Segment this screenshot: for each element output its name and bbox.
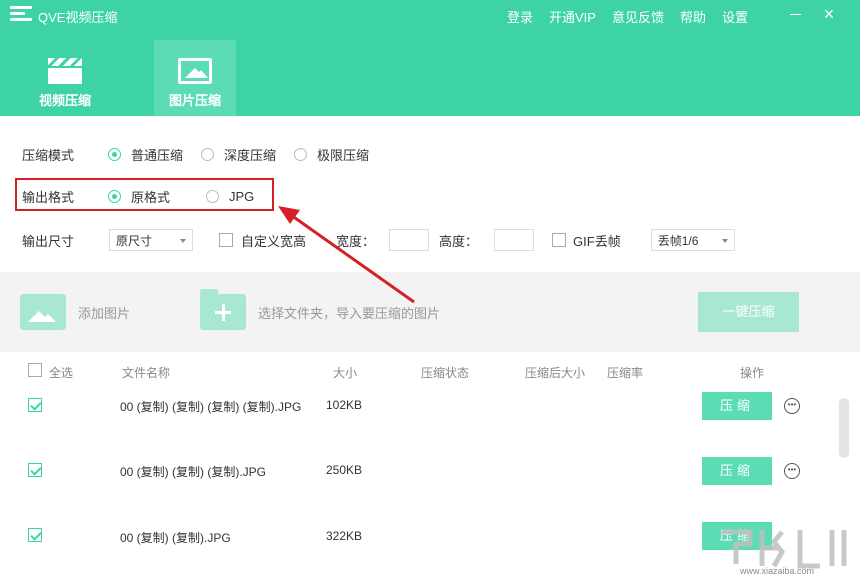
add-folder-icon bbox=[200, 289, 246, 330]
vip-link[interactable]: 开通VIP bbox=[549, 7, 596, 26]
image-icon bbox=[178, 58, 212, 84]
custom-size-checkbox[interactable] bbox=[219, 233, 233, 247]
app-title: QVE视频压缩 bbox=[38, 10, 118, 25]
gif-drop-select[interactable]: 丢帧1/6 bbox=[650, 229, 735, 251]
add-folder-button[interactable]: 选择文件夹，导入要压缩的图片 bbox=[200, 289, 441, 330]
compress-mode-label: 压缩模式 bbox=[22, 148, 75, 163]
radio-extreme-label: 极限压缩 bbox=[317, 148, 370, 163]
annotation-highlight-box bbox=[15, 178, 274, 211]
column-status: 压缩状态 bbox=[421, 366, 470, 380]
tab-video-label: 视频压缩 bbox=[38, 93, 91, 108]
compress-mode-row: 压缩模式 普通压缩 深度压缩 极限压缩 bbox=[22, 145, 387, 164]
output-size-row: 输出尺寸 原尺寸 自定义宽高 宽度： 高度： GIF丢帧 丢帧1/6 bbox=[22, 229, 735, 251]
height-input[interactable] bbox=[494, 229, 535, 251]
file-toolbar: 添加图片 选择文件夹，导入要压缩的图片 一键压缩 bbox=[0, 272, 860, 352]
vertical-scrollbar[interactable] bbox=[839, 398, 849, 458]
help-link[interactable]: 帮助 bbox=[680, 7, 706, 26]
tab-image-label: 图片压缩 bbox=[168, 93, 221, 108]
chevron-down-icon bbox=[721, 239, 728, 243]
login-link[interactable]: 登录 bbox=[507, 7, 533, 26]
row-checkbox[interactable] bbox=[28, 398, 42, 412]
app-logo-icon bbox=[10, 6, 32, 24]
row-filesize: 250KB bbox=[326, 463, 363, 477]
add-image-button[interactable]: 添加图片 bbox=[20, 294, 130, 330]
row-checkbox[interactable] bbox=[28, 528, 42, 542]
minimize-button[interactable] bbox=[782, 0, 808, 28]
row-checkbox[interactable] bbox=[28, 463, 42, 477]
select-all-label: 全选 bbox=[49, 366, 74, 380]
radio-deep-label: 深度压缩 bbox=[224, 148, 277, 163]
close-button[interactable]: × bbox=[816, 0, 842, 28]
table-row: 00 (复制) (复制).JPG 322KB 压缩 bbox=[0, 522, 830, 580]
column-name: 文件名称 bbox=[122, 366, 171, 380]
output-size-value: 原尺寸 bbox=[116, 234, 153, 248]
column-action: 操作 bbox=[740, 366, 765, 380]
table-row: 00 (复制) (复制) (复制) (复制).JPG 102KB 压缩 ••• bbox=[0, 392, 830, 458]
output-size-select[interactable]: 原尺寸 bbox=[109, 229, 193, 251]
row-compress-button[interactable]: 压缩 bbox=[702, 457, 772, 485]
more-options-icon[interactable]: ••• bbox=[784, 463, 800, 479]
row-filesize: 322KB bbox=[326, 529, 363, 543]
height-label: 高度： bbox=[439, 233, 479, 249]
clapperboard-icon bbox=[48, 58, 82, 84]
header-bar: QVE视频压缩 登录 开通VIP 意见反馈 帮助 设置 × 视频压缩 图片压缩 bbox=[0, 0, 860, 116]
row-filename: 00 (复制) (复制) (复制).JPG bbox=[120, 465, 266, 479]
radio-deep-compress[interactable]: 深度压缩 bbox=[201, 145, 276, 164]
radio-normal-compress[interactable]: 普通压缩 bbox=[108, 145, 183, 164]
column-ratio: 压缩率 bbox=[607, 366, 644, 380]
compress-all-button[interactable]: 一键压缩 bbox=[698, 292, 799, 332]
row-compress-button[interactable]: 压缩 bbox=[702, 392, 772, 420]
watermark-text: www.xiazaiba.com bbox=[740, 566, 815, 576]
add-image-label: 添加图片 bbox=[78, 305, 131, 321]
custom-size-label: 自定义宽高 bbox=[241, 233, 307, 249]
row-filename: 00 (复制) (复制) (复制) (复制).JPG bbox=[120, 400, 302, 414]
settings-link[interactable]: 设置 bbox=[722, 7, 748, 26]
add-image-icon bbox=[20, 294, 66, 330]
radio-extreme-compress[interactable]: 极限压缩 bbox=[294, 145, 369, 164]
radio-normal-label: 普通压缩 bbox=[131, 148, 184, 163]
minimize-icon bbox=[789, 13, 801, 15]
top-menu: 登录 开通VIP 意见反馈 帮助 设置 bbox=[507, 7, 748, 26]
width-input[interactable] bbox=[389, 229, 430, 251]
chevron-down-icon bbox=[180, 239, 186, 243]
add-folder-label: 选择文件夹，导入要压缩的图片 bbox=[258, 305, 441, 321]
feedback-link[interactable]: 意见反馈 bbox=[612, 7, 664, 26]
column-after-size: 压缩后大小 bbox=[525, 366, 586, 380]
more-options-icon[interactable]: ••• bbox=[784, 398, 800, 414]
gif-drop-label: GIF丢帧 bbox=[573, 233, 621, 249]
select-all-checkbox[interactable] bbox=[28, 363, 42, 377]
output-size-label: 输出尺寸 bbox=[22, 233, 75, 249]
tab-image-compress[interactable]: 图片压缩 bbox=[154, 40, 236, 116]
gif-drop-value: 丢帧1/6 bbox=[657, 234, 699, 248]
row-filename: 00 (复制) (复制).JPG bbox=[120, 531, 231, 545]
width-label: 宽度： bbox=[336, 233, 376, 249]
table-header: 全选 文件名称 大小 压缩状态 压缩后大小 压缩率 操作 bbox=[0, 362, 860, 382]
column-size: 大小 bbox=[333, 366, 358, 380]
row-filesize: 102KB bbox=[326, 398, 363, 412]
table-row: 00 (复制) (复制) (复制).JPG 250KB 压缩 ••• bbox=[0, 457, 830, 523]
tab-video-compress[interactable]: 视频压缩 bbox=[24, 40, 106, 116]
gif-drop-checkbox[interactable] bbox=[552, 233, 567, 247]
